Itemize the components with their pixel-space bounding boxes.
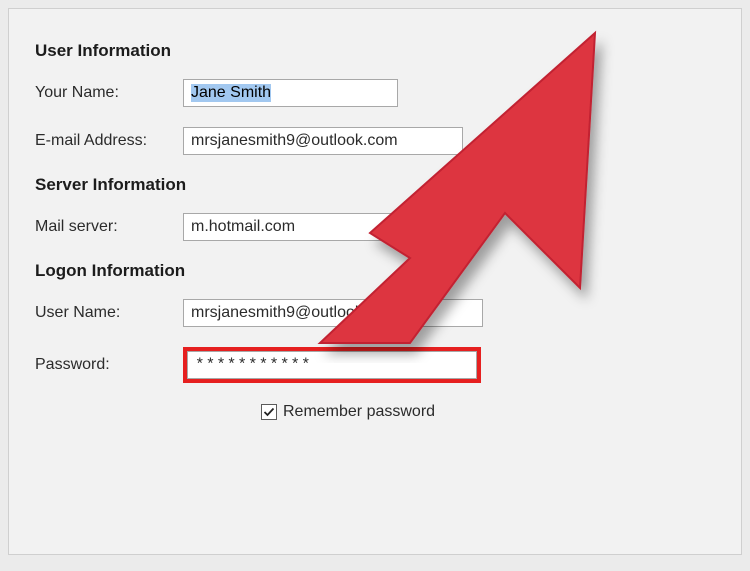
remember-password-checkbox[interactable] xyxy=(261,404,277,420)
remember-password-label: Remember password xyxy=(283,403,435,421)
remember-password-row: Remember password xyxy=(261,403,715,421)
your-name-value: Jane Smith xyxy=(191,84,271,102)
email-row: E-mail Address: xyxy=(35,127,715,155)
logon-info-heading: Logon Information xyxy=(35,261,715,281)
account-settings-panel: User Information Your Name: Jane Smith E… xyxy=(8,8,742,555)
mail-server-label: Mail server: xyxy=(35,218,183,236)
password-highlight-box xyxy=(183,347,481,383)
email-label: E-mail Address: xyxy=(35,132,183,150)
user-info-heading: User Information xyxy=(35,41,715,61)
password-label: Password: xyxy=(35,356,183,374)
your-name-input[interactable]: Jane Smith xyxy=(183,79,398,107)
your-name-row: Your Name: Jane Smith xyxy=(35,79,715,107)
check-icon xyxy=(263,406,275,418)
mail-server-input[interactable] xyxy=(183,213,398,241)
password-row: Password: xyxy=(35,347,715,383)
username-row: User Name: xyxy=(35,299,715,327)
username-label: User Name: xyxy=(35,304,183,322)
password-input[interactable] xyxy=(187,351,477,379)
your-name-label: Your Name: xyxy=(35,84,183,102)
mail-server-row: Mail server: xyxy=(35,213,715,241)
username-input[interactable] xyxy=(183,299,483,327)
server-info-heading: Server Information xyxy=(35,175,715,195)
email-input[interactable] xyxy=(183,127,463,155)
